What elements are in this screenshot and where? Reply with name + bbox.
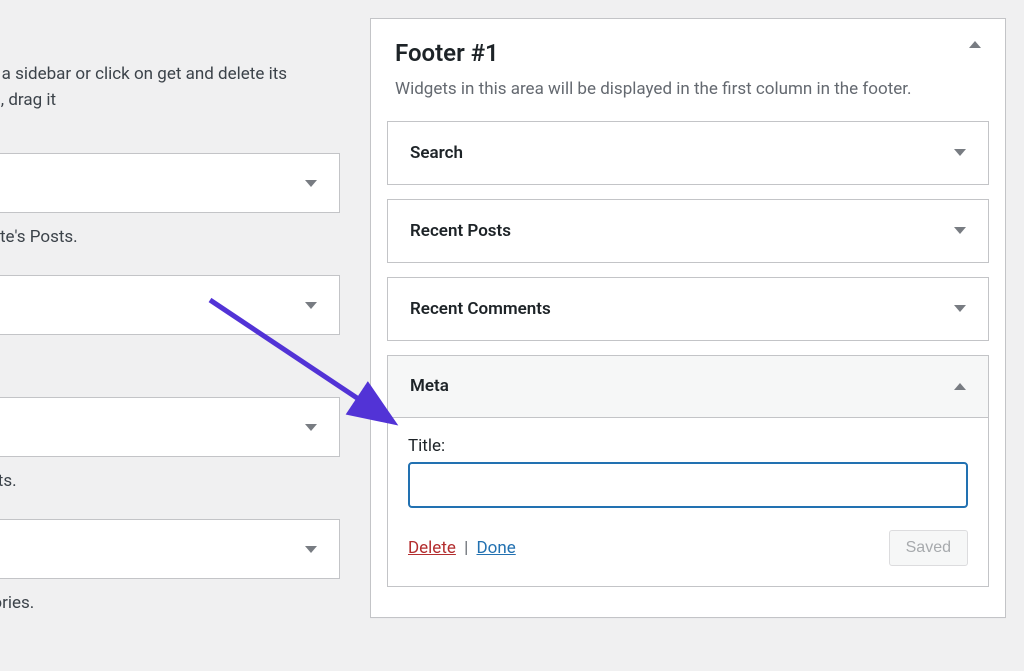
- widget-area-title: Footer #1: [395, 39, 981, 67]
- available-widgets-panel: ts rag it to a sidebar or click on get a…: [0, 0, 360, 671]
- done-link[interactable]: Done: [477, 538, 516, 558]
- chevron-down-icon: [305, 424, 317, 431]
- title-label: Title:: [408, 436, 968, 456]
- widget-recent-comments: Recent Comments: [387, 277, 989, 341]
- available-widget-desc: f your site's Posts.: [0, 227, 340, 247]
- widget-header[interactable]: Recent Comments: [388, 278, 988, 340]
- chevron-up-icon: [954, 383, 966, 390]
- widget-header[interactable]: Recent Posts: [388, 200, 988, 262]
- widget-header[interactable]: Search: [388, 122, 988, 184]
- chevron-up-icon: [969, 41, 981, 48]
- widget-name-label: Recent Comments: [410, 299, 551, 319]
- widget-header[interactable]: Meta: [388, 356, 988, 418]
- separator: |: [464, 538, 468, 558]
- delete-link[interactable]: Delete: [408, 538, 456, 558]
- available-widgets-description: rag it to a sidebar or click on get and …: [0, 62, 340, 113]
- widget-list: Search Recent Posts Recent Comments: [371, 121, 1005, 617]
- chevron-down-icon: [305, 546, 317, 553]
- widget-name-label: Meta: [410, 376, 449, 396]
- widget-recent-posts: Recent Posts: [387, 199, 989, 263]
- footer-1-widget-area: Footer #1 Widgets in this area will be d…: [370, 18, 1006, 618]
- widget-name-label: Search: [410, 143, 463, 163]
- action-links: Delete | Done: [408, 538, 516, 558]
- available-widget-desc: te's posts.: [0, 471, 340, 491]
- widget-actions: Delete | Done Saved: [408, 530, 968, 566]
- available-widget-item[interactable]: [0, 519, 340, 579]
- widget-search: Search: [387, 121, 989, 185]
- chevron-down-icon: [954, 305, 966, 312]
- available-widgets-heading: ts: [0, 20, 340, 48]
- available-widget-item[interactable]: [0, 397, 340, 457]
- widget-body: Title: Delete | Done Saved: [388, 418, 988, 586]
- widget-name-label: Recent Posts: [410, 221, 511, 241]
- saved-button: Saved: [889, 530, 968, 566]
- chevron-down-icon: [954, 227, 966, 234]
- title-input[interactable]: [408, 462, 968, 508]
- available-widget-item[interactable]: [0, 153, 340, 213]
- widget-area-description: Widgets in this area will be displayed i…: [395, 77, 981, 103]
- chevron-down-icon: [954, 149, 966, 156]
- widget-area-panel: Footer #1 Widgets in this area will be d…: [360, 0, 1024, 671]
- chevron-down-icon: [305, 180, 317, 187]
- available-widget-desc: ayer.: [0, 349, 340, 369]
- available-widget-desc: f categories.: [0, 593, 340, 613]
- chevron-down-icon: [305, 302, 317, 309]
- widget-meta: Meta Title: Delete | Done Saved: [387, 355, 989, 587]
- widget-area-header[interactable]: Footer #1 Widgets in this area will be d…: [371, 19, 1005, 121]
- available-widget-item[interactable]: [0, 275, 340, 335]
